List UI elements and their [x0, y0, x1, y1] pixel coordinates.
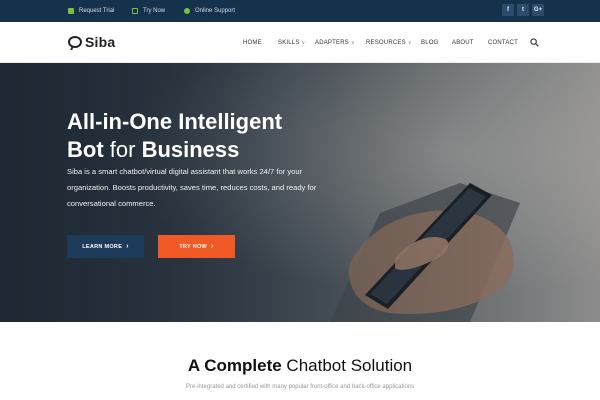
- nav-item-contact[interactable]: CONTACT: [488, 22, 518, 63]
- twitter-icon[interactable]: t: [517, 4, 529, 16]
- hero-description: Siba is a smart chatbot/virtual digital …: [67, 167, 317, 208]
- chevron-down-icon: ∨: [350, 39, 355, 46]
- try-now-top-label: Try Now: [143, 8, 166, 14]
- chevron-right-icon: ›: [126, 243, 129, 250]
- nav-item-home[interactable]: HOME: [243, 22, 262, 63]
- nav-item-adapters[interactable]: ADAPTERS ∨: [315, 22, 355, 63]
- support-icon: [184, 8, 190, 14]
- nav-item-resources[interactable]: RESOURCES ∨: [366, 22, 412, 63]
- main-navbar: Siba HOME SKILLS ∨ ADAPTERS ∨ RESOURCES …: [0, 22, 600, 63]
- learn-more-button[interactable]: LEARN MORE ›: [67, 235, 144, 258]
- google-plus-icon[interactable]: G+: [532, 4, 544, 16]
- try-now-button[interactable]: TRY NOW ›: [158, 235, 235, 258]
- request-trial-label: Request Trial: [79, 8, 115, 14]
- nav-item-skills[interactable]: SKILLS ∨: [278, 22, 305, 63]
- section-title: A Complete Chatbot Solution: [187, 356, 413, 375]
- site-logo[interactable]: Siba: [68, 34, 115, 50]
- search-icon[interactable]: [530, 38, 539, 47]
- facebook-icon[interactable]: f: [502, 4, 514, 16]
- chevron-right-icon: ›: [211, 243, 214, 250]
- chevron-down-icon: ∨: [407, 39, 412, 46]
- online-support-label: Online Support: [195, 8, 236, 14]
- request-trial-link[interactable]: Request Trial: [68, 0, 114, 22]
- edit-icon: [132, 8, 138, 14]
- section-subtitle: Pre-integrated and certified with many p…: [185, 384, 415, 390]
- online-support-link[interactable]: Online Support: [184, 0, 235, 22]
- chevron-down-icon: ∨: [301, 39, 306, 46]
- try-now-link[interactable]: Try Now: [132, 0, 165, 22]
- nav-item-about[interactable]: ABOUT: [452, 22, 474, 63]
- hero-title: All-in-One Intelligent Bot for Business: [67, 109, 283, 162]
- logo-text: Siba: [85, 34, 116, 50]
- top-bar: Request Trial Try Now Online Support f t…: [0, 0, 600, 22]
- trial-icon: [68, 8, 74, 14]
- nav-item-blog[interactable]: BLOG: [421, 22, 438, 63]
- chat-bubble-icon: [68, 36, 82, 48]
